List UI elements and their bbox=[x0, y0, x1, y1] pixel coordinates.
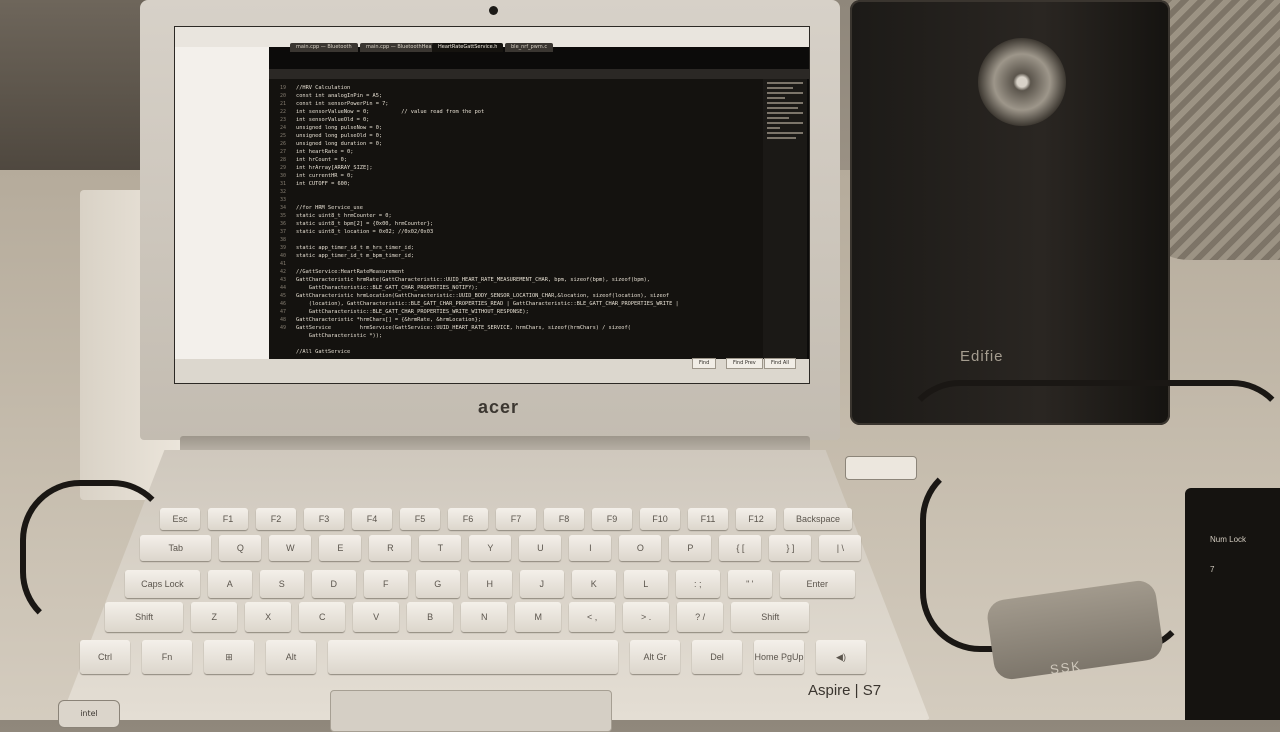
key[interactable]: F6 bbox=[448, 508, 488, 530]
key[interactable]: M bbox=[515, 602, 562, 632]
key[interactable]: Home PgUp bbox=[754, 640, 804, 674]
key[interactable]: L bbox=[623, 570, 668, 598]
intel-sticker: intel bbox=[58, 700, 120, 728]
key[interactable]: H bbox=[467, 570, 512, 598]
key[interactable]: Del bbox=[692, 640, 742, 674]
key[interactable]: X bbox=[245, 602, 292, 632]
key[interactable]: F12 bbox=[736, 508, 776, 530]
key[interactable]: F7 bbox=[496, 508, 536, 530]
key[interactable]: Z bbox=[191, 602, 238, 632]
numlock-key-label: Num Lock bbox=[1210, 535, 1247, 544]
key[interactable]: D bbox=[311, 570, 356, 598]
key[interactable]: Shift bbox=[731, 602, 810, 632]
key[interactable]: } ] bbox=[769, 535, 812, 561]
key[interactable]: Backspace bbox=[784, 508, 852, 530]
key[interactable]: { [ bbox=[719, 535, 762, 561]
key[interactable]: Fn bbox=[142, 640, 192, 674]
key[interactable]: J bbox=[519, 570, 564, 598]
key[interactable]: F4 bbox=[352, 508, 392, 530]
space-key[interactable] bbox=[328, 640, 618, 674]
key[interactable]: R bbox=[369, 535, 412, 561]
key[interactable]: Alt bbox=[266, 640, 316, 674]
external-keyboard bbox=[1185, 488, 1280, 720]
key[interactable]: N bbox=[461, 602, 508, 632]
key[interactable]: B bbox=[407, 602, 454, 632]
key[interactable]: < , bbox=[569, 602, 616, 632]
key[interactable]: Q bbox=[219, 535, 262, 561]
key[interactable]: W bbox=[269, 535, 312, 561]
key[interactable]: | \ bbox=[819, 535, 862, 561]
key[interactable]: V bbox=[353, 602, 400, 632]
key[interactable]: > . bbox=[623, 602, 670, 632]
key[interactable]: S bbox=[259, 570, 304, 598]
numpad-7-key-label: 7 bbox=[1210, 565, 1215, 574]
key[interactable]: F8 bbox=[544, 508, 584, 530]
key[interactable]: Y bbox=[469, 535, 512, 561]
key[interactable]: A bbox=[207, 570, 252, 598]
key[interactable]: Ctrl bbox=[80, 640, 130, 674]
key[interactable]: K bbox=[571, 570, 616, 598]
key[interactable]: : ; bbox=[675, 570, 720, 598]
key[interactable]: E bbox=[319, 535, 362, 561]
usb-plug bbox=[846, 457, 916, 479]
key[interactable]: O bbox=[619, 535, 662, 561]
key[interactable]: ◀) bbox=[816, 640, 866, 674]
key[interactable]: F bbox=[363, 570, 408, 598]
key[interactable]: U bbox=[519, 535, 562, 561]
key[interactable]: F10 bbox=[640, 508, 680, 530]
laptop-model-label: Aspire | S7 bbox=[808, 682, 882, 699]
key[interactable]: F5 bbox=[400, 508, 440, 530]
key[interactable]: F11 bbox=[688, 508, 728, 530]
key[interactable]: F1 bbox=[208, 508, 248, 530]
key[interactable]: ? / bbox=[677, 602, 724, 632]
key[interactable]: C bbox=[299, 602, 346, 632]
key[interactable]: T bbox=[419, 535, 462, 561]
key[interactable]: F9 bbox=[592, 508, 632, 530]
key[interactable]: F3 bbox=[304, 508, 344, 530]
key[interactable]: Alt Gr bbox=[630, 640, 680, 674]
key[interactable]: ⊞ bbox=[204, 640, 254, 674]
key[interactable]: G bbox=[415, 570, 460, 598]
key[interactable]: F2 bbox=[256, 508, 296, 530]
key[interactable]: P bbox=[669, 535, 712, 561]
key[interactable]: " ' bbox=[727, 570, 772, 598]
touchpad[interactable] bbox=[330, 690, 612, 732]
key[interactable]: I bbox=[569, 535, 612, 561]
photo-scene: Edifie main.cpp — Bluetooth main.cpp — Bl… bbox=[0, 0, 1280, 732]
power-cable bbox=[20, 480, 172, 632]
key[interactable]: Enter bbox=[779, 570, 855, 598]
